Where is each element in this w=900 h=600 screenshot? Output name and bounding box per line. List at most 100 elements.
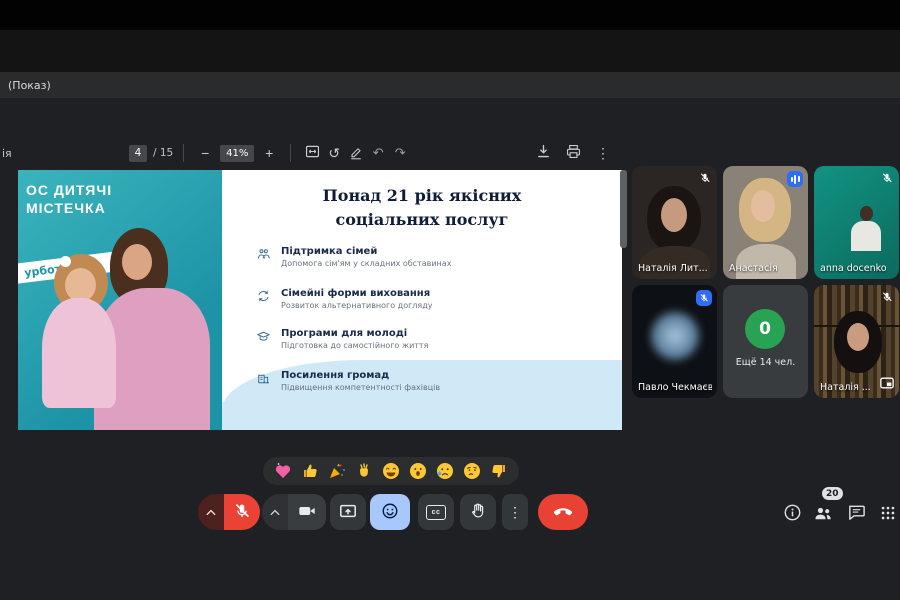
reaction-surprised[interactable] [408,461,428,481]
toolbar-divider [290,144,291,162]
slide-title-line1: Понад 21 рік якісних [222,184,622,208]
participant-tile-3[interactable]: anna docenko [814,166,899,279]
zoom-out-button[interactable]: − [194,142,216,164]
shared-presentation-slide: ОС ДИТЯЧІ МІСТЕЧКА урбот Понад 21 рік як… [18,170,622,430]
item-heading: Посилення громад [281,370,440,381]
reaction-thumbs-down[interactable] [489,461,509,481]
smiley-icon [381,502,399,523]
picture-in-picture-icon[interactable] [880,374,894,393]
zoom-level[interactable]: 41% [220,145,254,162]
slide-item-communities: Посилення громад Підвищення компетентнос… [256,370,606,392]
participant-count-badge: 20 [822,487,843,500]
hand-icon [469,502,487,523]
fit-page-icon [304,143,321,163]
community-building-icon [256,370,271,392]
avatar-art [860,206,873,221]
slide-title: Понад 21 рік якісних соціальних послуг [222,184,622,232]
overflow-participants-tile[interactable]: 0 Ещё 14 чел. [723,285,808,398]
child-hair-clip [60,256,71,267]
chat-icon [847,503,866,525]
reaction-party-popper[interactable] [327,461,347,481]
participant-name: anna docenko [820,263,887,274]
meeting-details-button[interactable] [781,503,803,525]
participant-tile-4[interactable]: Павло Чекмаєв [632,285,717,398]
participant-tile-2[interactable]: Анастасія [723,166,808,279]
slide-item-youth: Програми для молоді Підготовка до самост… [256,328,606,350]
participants-button[interactable] [812,503,834,525]
page-total-label: / 15 [153,147,173,159]
item-sub: Підвищення компетентності фахівців [281,383,440,392]
activities-button[interactable] [877,503,899,525]
more-options-button[interactable]: ⋮ [502,494,528,530]
item-heading: Програми для молоді [281,328,428,339]
chat-button[interactable] [845,503,867,525]
info-icon [783,503,802,525]
reaction-clap[interactable] [354,461,374,481]
download-button[interactable] [532,142,554,164]
presentation-tab-bar[interactable]: (Показ) [0,72,900,98]
avatar-art [649,310,701,362]
participant-name: Павло Чекмаєв [638,382,712,393]
page-number-input[interactable]: 4 [129,145,147,162]
camera-options-chevron[interactable] [262,494,288,530]
zoom-in-button[interactable]: + [258,142,280,164]
reaction-thumbs-up[interactable] [300,461,320,481]
more-vert-icon: ⋮ [508,504,522,521]
fit-page-button[interactable] [301,142,323,164]
mic-options-chevron[interactable] [198,494,224,530]
captions-button[interactable]: cc [418,494,454,530]
camera-button[interactable] [288,494,326,530]
present-screen-icon [339,502,357,523]
reactions-toggle-button[interactable] [370,494,410,530]
participant-tile-6[interactable]: Наталія ... [814,285,899,398]
reactions-bar [263,457,519,485]
mic-off-icon [880,290,894,304]
redo-button[interactable]: ↷ [389,142,411,164]
slide-title-line2: соціальних послуг [222,208,622,232]
reaction-thinking[interactable] [462,461,482,481]
meet-window: (Показ) ія 4 / 15 − 41% + ↺ ↶ ↷ ⋮ О [0,0,900,600]
mic-off-icon [696,290,712,306]
print-icon [565,143,582,163]
participant-name: Анастасія [729,263,778,274]
item-sub: Підготовка до самостійного життя [281,341,428,350]
slide-item-families: Підтримка сімей Допомога сім'ям у складн… [256,246,606,268]
mic-off-icon [233,502,251,523]
apps-grid-icon [879,504,897,525]
mic-off-icon [880,171,894,185]
phone-hangup-icon [552,500,574,525]
speaking-indicator-icon [787,171,803,187]
avatar-art [751,190,775,222]
toolbar-overflow-button[interactable]: ⋮ [592,142,614,164]
annotate-button[interactable] [345,142,367,164]
rotate-button[interactable]: ↺ [323,142,345,164]
child-top [42,298,116,408]
slide-item-foster-care: Сімейні форми виховання Розвиток альтерн… [256,288,606,310]
photo-logo-line1: ОС ДИТЯЧІ [26,182,112,198]
participant-name: Наталія Лит... [638,263,708,274]
item-heading: Сімейні форми виховання [281,288,433,299]
undo-icon: ↶ [373,145,384,161]
participant-tile-1[interactable]: Наталія Лит... [632,166,717,279]
photo-logo-line2: МІСТЕЧКА [26,200,106,216]
avatar-art [847,323,869,351]
present-screen-button[interactable] [330,494,366,530]
reaction-sad[interactable] [435,461,455,481]
reaction-laugh[interactable] [381,461,401,481]
people-icon [813,503,833,526]
avatar-letter: 0 [745,309,785,349]
more-vert-icon: ⋮ [596,145,610,162]
toolbar-divider [183,144,184,162]
raise-hand-button[interactable] [460,494,496,530]
camera-icon [298,502,316,523]
pen-icon [348,144,364,163]
mute-microphone-button[interactable] [224,494,260,530]
print-button[interactable] [562,142,584,164]
top-black-band [0,0,900,30]
care-cycle-icon [256,288,271,310]
chevron-up-icon [269,505,281,520]
end-call-button[interactable] [538,494,588,530]
undo-button[interactable]: ↶ [367,142,389,164]
child-face [65,268,96,302]
reaction-sparkling-heart[interactable] [273,461,293,481]
